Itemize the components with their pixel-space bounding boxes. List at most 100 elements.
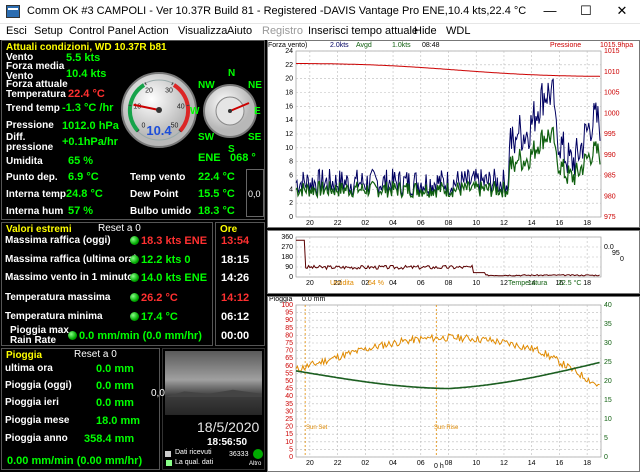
menu-setup[interactable]: Setup (34, 25, 63, 37)
chart2-plot: 36027018090020 22 02 04 06 08 10 12 14 16 180.0950 (281, 234, 624, 287)
extremes-times-panel: Ore 13:54 18:15 14:26 14:12 06:12 00:00 (215, 222, 265, 346)
temp-trend-label: Trend temp (6, 103, 60, 114)
extreme-time-2: 14:26 (221, 272, 250, 284)
extreme-label-3: Temperatura massima (5, 292, 111, 303)
chart3-ytick: 35 (285, 401, 293, 408)
extreme-label-5: Pioggia max Rain Rate (10, 325, 69, 346)
chart3-ytick: 75 (285, 340, 293, 347)
chart1-xtick: 04 (389, 220, 397, 227)
app-icon (6, 5, 20, 18)
chart3-ytick-right: 40 (604, 302, 612, 309)
rain-reset-button[interactable]: Reset a 0 (74, 350, 117, 360)
chart3-ytick: 80 (285, 332, 293, 339)
dewpoint2-label: Dew Point (130, 189, 179, 200)
webcam-hills (165, 389, 262, 397)
webcam-image[interactable] (165, 351, 262, 415)
chart2-ytick: 360 (281, 234, 293, 241)
wind-pressure-chart: Forza vento) 2.0kts Avgd 1.0kts 08:48 Pr… (267, 40, 640, 228)
menu-aiuto[interactable]: Aiuto (227, 25, 252, 37)
more-arrow-icon[interactable] (253, 449, 263, 459)
qual-dati-label: La qual. dati (175, 459, 214, 466)
chart1-ytick: 0 (289, 214, 293, 221)
menu-registro[interactable]: Registro (262, 25, 303, 37)
led-indicator (130, 236, 139, 245)
extreme-label-1: Massima raffica (ultima ora) (5, 254, 138, 265)
chart3-plot: 1009590858075706560555045403530252015105… (281, 302, 612, 467)
wind-direction-degrees: 068 ° (230, 152, 256, 164)
chart1-ytick: 10 (285, 145, 293, 152)
indoor-temp-value: 24.8 °C (66, 188, 103, 200)
chart3-ytick: 45 (285, 386, 293, 393)
menu-hide[interactable]: Hide (414, 25, 437, 37)
chart1-ytick: 16 (285, 103, 293, 110)
led-indicator (130, 273, 139, 282)
extreme-value-1: 12.2 kts 0 (141, 254, 191, 266)
extremes-panel: Valori estremi Reset a 0 Massima raffica… (1, 222, 213, 346)
pressure-diff-value: +0.1hPa/hr (62, 136, 118, 148)
chart3-xtick: 16 (556, 460, 564, 467)
chart3-ytick: 60 (285, 363, 293, 370)
rain-label-3: Pioggia mese (5, 415, 70, 426)
menu-inserisci-tempo[interactable]: Inserisci tempo attuale (308, 25, 418, 37)
rain-label-2: Pioggia ieri (5, 397, 59, 408)
chart3-ytick-right: 30 (604, 340, 612, 347)
midnight-label: 0 h (434, 463, 444, 470)
wet-bulb-label: Bulbo umido (130, 206, 192, 217)
times-title: Ore (220, 224, 238, 235)
menu-action[interactable]: Action (138, 25, 169, 37)
compass-n: N (228, 68, 236, 79)
side-value: 0,0 (248, 189, 261, 199)
sunrise-label: Sun Rise (434, 425, 459, 431)
extreme-time-3: 14:12 (221, 292, 250, 304)
menu-bar: Esci Setup Control Panel Action Visualiz… (0, 24, 640, 39)
chart1-xtick: 02 (361, 220, 369, 227)
extremes-title: Valori estremi (6, 224, 72, 235)
chart1-ytick-right: 1015 (604, 48, 620, 55)
chart1-ytick: 20 (285, 76, 293, 83)
chart2-xtick: 12 (500, 280, 508, 287)
avg-wind-value: 10.4 kts (66, 68, 107, 80)
rain-value-4: 358.4 mm (84, 433, 135, 445)
chart1-plot: 2422201816141210864201015101010051000995… (285, 48, 620, 227)
webcam-side-value: 0,0 (151, 388, 165, 399)
menu-wdl[interactable]: WDL (446, 25, 470, 37)
chart3-ytick: 40 (285, 393, 293, 400)
app-window: Comm OK #3 CAMPOLI - Ver 10.37R Build 81… (0, 0, 640, 472)
chart3-ytick-right: 35 (604, 321, 612, 328)
humidity-value: 65 % (68, 155, 94, 167)
weather-display-main: Attuali condizioni, WD 10.37R b81 Vento … (0, 40, 640, 472)
webcam-panel: 0,0 18/5/2020 18:56:50 Dati ricevuti La … (151, 348, 265, 470)
menu-control-panel[interactable]: Control Panel (69, 25, 136, 37)
chart1-ytick-right: 980 (604, 193, 616, 200)
gauge-tick-label: 30 (165, 87, 173, 94)
rain-label-0: ultima ora (5, 363, 53, 374)
chart2-temp-label: Temperatura (508, 280, 548, 287)
chart3-xtick: 18 (583, 460, 591, 467)
menu-visualizza[interactable]: Visualizza (178, 25, 227, 37)
minimize-button[interactable]: — (532, 0, 568, 24)
chart1-ytick: 6 (289, 173, 293, 180)
current-conditions-panel: Attuali condizioni, WD 10.37R b81 Vento … (1, 40, 265, 220)
close-button[interactable]: ✕ (604, 0, 640, 24)
chart1-ytick: 4 (289, 186, 293, 193)
extremes-reset-button[interactable]: Reset a 0 (98, 224, 141, 234)
wind-direction-series (296, 239, 600, 277)
rain-label-1: Pioggia (oggi) (5, 380, 72, 391)
chart3-ytick: 30 (285, 408, 293, 415)
chart3-xtick: 10 (472, 460, 480, 467)
menu-esci[interactable]: Esci (6, 25, 27, 37)
compass-se: SE (248, 132, 262, 143)
extreme-label-0: Massima raffica (oggi) (5, 235, 111, 246)
windchill-value: 22.4 °C (198, 171, 235, 183)
indoor-humidity-value: 57 % (68, 205, 94, 217)
rain-value-3: 18.0 mm (96, 415, 141, 427)
wind-direction-text: ENE (198, 152, 221, 164)
extreme-value-3: 26.2 °C (141, 292, 178, 304)
maximize-button[interactable]: ☐ (568, 0, 604, 24)
rain-title: Pioggia (6, 350, 43, 361)
rain-value-2: 0.0 mm (96, 397, 134, 409)
chart3-ytick: 85 (285, 325, 293, 332)
chart1-ytick: 8 (289, 159, 293, 166)
more-label: Altro (249, 461, 262, 467)
chart3-xtick: 02 (361, 460, 369, 467)
